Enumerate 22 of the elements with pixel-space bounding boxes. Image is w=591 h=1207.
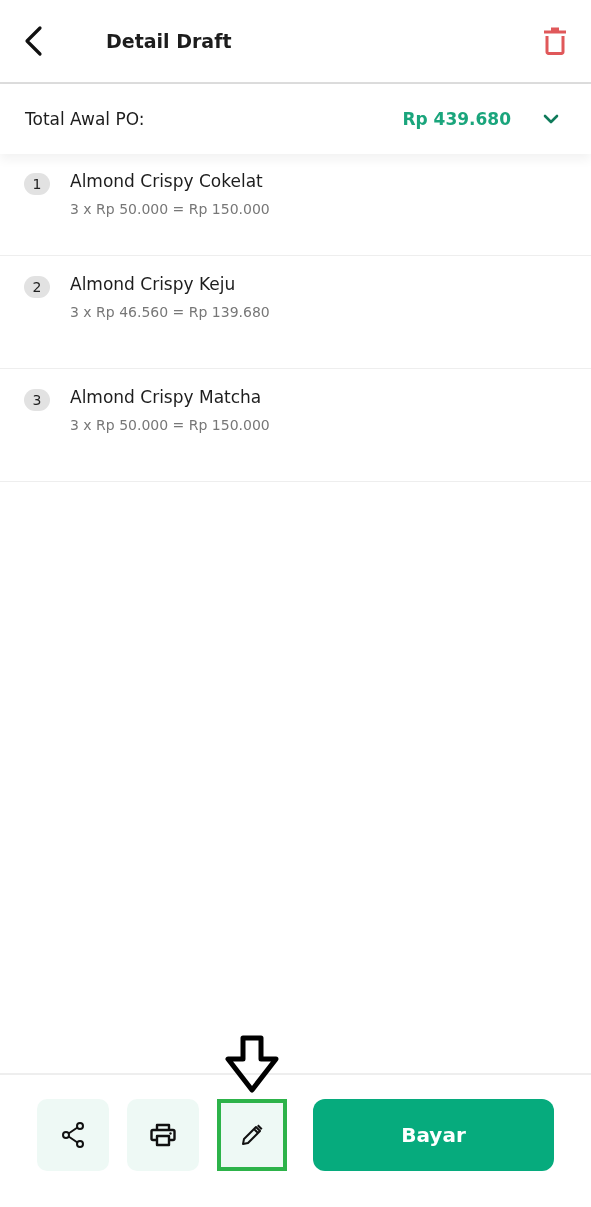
edit-button[interactable] [217,1099,287,1171]
arrow-annotation-icon [224,1035,280,1093]
item-number: 3 [24,389,50,411]
item-price-detail: 3 x Rp 50.000 = Rp 150.000 [70,417,270,433]
item-number: 2 [24,276,50,298]
item-name: Almond Crispy Cokelat [70,171,264,191]
item-name: Almond Crispy Matcha [70,387,263,407]
page-title: Detail Draft [106,30,233,52]
printer-icon [150,1123,176,1147]
print-button[interactable] [127,1099,199,1171]
item-price-detail: 3 x Rp 46.560 = Rp 139.680 [70,304,270,320]
item-name: Almond Crispy Keju [70,274,237,294]
pay-button[interactable]: Bayar [313,1099,554,1171]
share-button[interactable] [37,1099,109,1171]
chevron-down-icon[interactable] [543,114,559,124]
total-amount: Rp 439.680 [402,109,511,129]
delete-button[interactable] [543,27,567,55]
total-label: Total Awal PO: [25,109,146,129]
pencil-icon [240,1123,264,1147]
item-number: 1 [24,173,50,195]
item-price-detail: 3 x Rp 50.000 = Rp 150.000 [70,201,270,217]
share-icon [61,1122,85,1148]
